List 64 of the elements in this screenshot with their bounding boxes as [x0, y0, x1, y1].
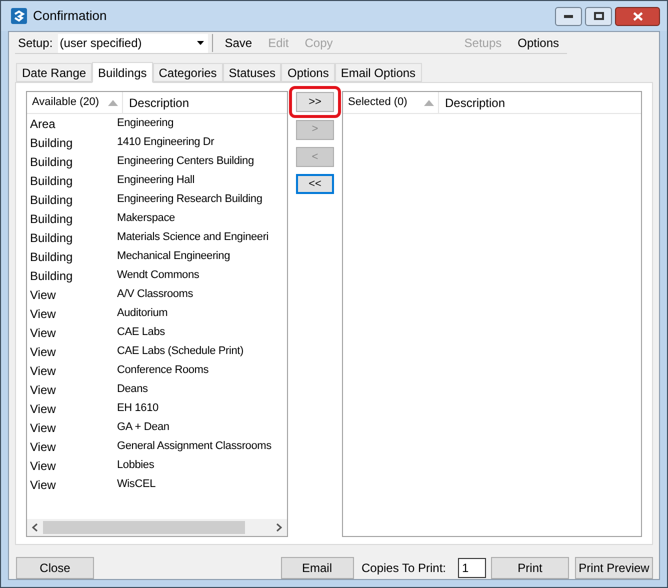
- table-cell-text: Makerspace: [117, 211, 175, 226]
- table-cell-text: Auditorium: [117, 306, 168, 322]
- selected-list[interactable]: Selected (0) Description: [342, 91, 642, 537]
- table-cell-text: View: [29, 362, 57, 380]
- table-cell-text: Building: [29, 268, 74, 284]
- table-cell-text: 1410 Engineering Dr: [117, 135, 214, 150]
- table-cell-text: Building: [29, 192, 74, 208]
- table-cell-text: Materials Science and Engineeri: [117, 230, 269, 246]
- tab[interactable]: Categories: [152, 63, 223, 82]
- close-button[interactable]: Close: [16, 557, 94, 579]
- print-preview-button[interactable]: Print Preview: [575, 557, 653, 579]
- email-button[interactable]: Email: [280, 557, 354, 579]
- table-cell-text: Conference Rooms: [117, 363, 209, 378]
- table-cell-text: Building: [29, 154, 74, 170]
- table-cell-text: Lobbies: [117, 458, 154, 474]
- setup-dropdown[interactable]: (user specified): [58, 34, 208, 52]
- toolbar-button[interactable]: Options: [510, 34, 567, 52]
- column-header[interactable]: Description: [439, 94, 506, 112]
- tab[interactable]: Email Options: [334, 63, 422, 82]
- move-button[interactable]: <<: [296, 174, 334, 194]
- table-cell-text: Deans: [117, 382, 148, 398]
- table-cell-text: EH 1610: [117, 401, 158, 416]
- table-cell-text: Engineering Research Building: [117, 192, 262, 208]
- tab[interactable]: Date Range: [16, 63, 92, 82]
- table-cell-text: View: [29, 400, 57, 418]
- tab[interactable]: Options: [281, 63, 335, 82]
- setup-label: Setup:: [18, 35, 53, 52]
- toolbar-button[interactable]: Save: [216, 34, 260, 52]
- move-button[interactable]: >>: [296, 92, 334, 112]
- copies-field[interactable]: 1: [458, 558, 486, 578]
- table-cell-text: CAE Labs (Schedule Print): [117, 344, 244, 360]
- table-cell-text: A/V Classrooms: [117, 287, 194, 302]
- column-header[interactable]: Selected (0): [348, 94, 408, 111]
- column-header[interactable]: Description: [123, 94, 190, 112]
- table-cell-text: View: [29, 420, 57, 436]
- tab[interactable]: Statuses: [222, 63, 282, 82]
- table-cell-text: View: [29, 438, 57, 456]
- table-cell-text: View: [29, 458, 57, 474]
- table-cell-text: GA + Dean: [117, 420, 170, 436]
- print-button[interactable]: Print: [491, 557, 569, 579]
- table-cell-text: Engineering Hall: [117, 173, 195, 188]
- table-cell-text: Wendt Commons: [117, 268, 200, 284]
- table-cell-text: Building: [29, 210, 74, 228]
- table-cell-text: General Assignment Classrooms: [117, 439, 272, 454]
- copies-label: Copies To Print:: [362, 560, 446, 577]
- table-cell-text: Engineering: [117, 116, 174, 132]
- table-cell-text: View: [29, 344, 57, 360]
- column-header[interactable]: Available (20): [32, 94, 100, 111]
- table-cell-text: Building: [29, 230, 74, 246]
- table-cell-text: Engineering Centers Building: [117, 154, 254, 170]
- table-cell-text: View: [29, 306, 57, 322]
- table-cell-text: Building: [29, 172, 74, 190]
- table-cell-text: View: [29, 286, 57, 304]
- table-cell-text: View: [29, 476, 57, 494]
- table-cell-text: Building: [29, 134, 74, 152]
- table-cell-text: View: [29, 382, 57, 398]
- table-cell-text: Building: [29, 248, 74, 266]
- window-title: Confirmation: [33, 7, 107, 26]
- table-cell-text: CAE Labs: [117, 325, 165, 340]
- table-cell-text: Area: [29, 116, 56, 132]
- table-cell-text: View: [29, 324, 57, 342]
- table-cell-text: Mechanical Engineering: [117, 249, 230, 264]
- table-cell-text: WisCEL: [117, 477, 156, 492]
- tab[interactable]: Buildings: [92, 62, 153, 83]
